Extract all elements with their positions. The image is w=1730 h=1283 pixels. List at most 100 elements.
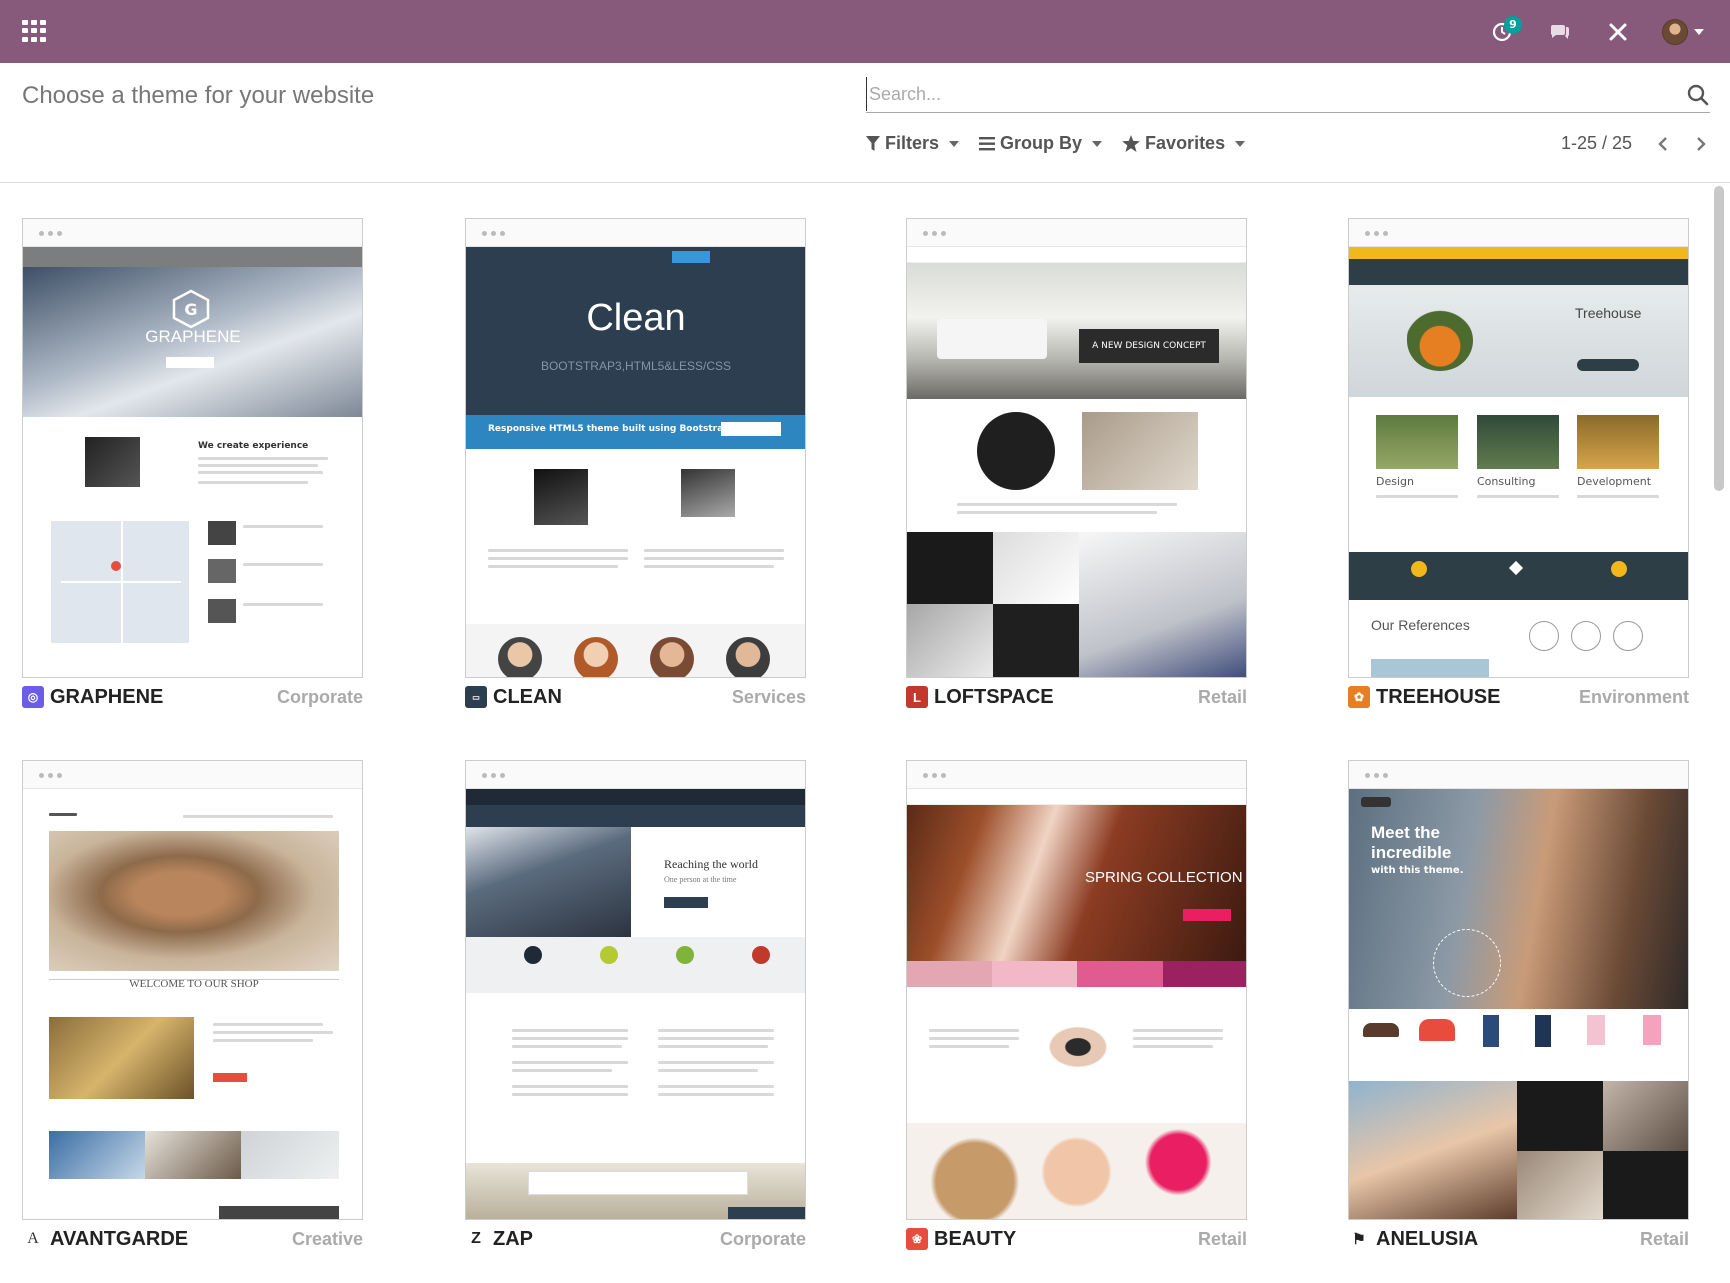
theme-card-treehouse[interactable]: Treehouse Design Consulting Development … [1348,218,1689,710]
theme-card-graphene[interactable]: G GRAPHENE We create experience ◎ GRAPHE… [22,218,363,710]
preview-banner: Responsive HTML5 theme built using Boots… [488,424,730,434]
team-photo [498,637,542,677]
messaging-button[interactable] [1540,12,1580,52]
star-icon [1122,135,1140,152]
preview-col: Development [1577,475,1652,488]
theme-card-anelusia[interactable]: Meet the incredible with this theme. ⚑ A… [1348,760,1689,1252]
activity-button[interactable]: 9 [1482,12,1522,52]
theme-category: Environment [1578,686,1689,707]
search-options: Filters Group By Favorites [866,133,1265,154]
preview-refs: Our References [1371,617,1470,633]
chat-icon [1551,25,1569,39]
debug-tools-button[interactable] [1598,12,1638,52]
theme-name: LOFTSPACE [934,685,1054,708]
chevron-left-icon [1658,136,1667,151]
theme-category: Retail [1639,1228,1689,1249]
list-icon [979,136,996,150]
groupby-label: Group By [1000,133,1083,153]
theme-name: GRAPHENE [50,685,164,708]
preview-headline: WELCOME TO OUR SHOP [129,978,259,990]
pager-value[interactable]: 1-25 / 25 [1561,133,1632,154]
theme-category: Retail [1197,1228,1247,1249]
svg-text:G: G [184,300,197,319]
tools-icon [1609,23,1627,41]
theme-category: Corporate [719,1228,806,1249]
theme-card-loftspace[interactable]: A NEW DESIGN CONCEPT L LOFTSPACE Retail [906,218,1247,710]
theme-name: ANELUSIA [1376,1227,1479,1250]
team-photo [574,637,618,677]
preview-sub: We create experience [198,441,309,451]
loftspace-icon: L [906,686,928,708]
preview-sub: One person at the time [664,875,737,884]
preview-headline: Reaching the world [664,857,758,871]
theme-name: ZAP [493,1227,533,1250]
theme-category: Creative [291,1228,363,1249]
theme-preview[interactable]: WELCOME TO OUR SHOP [22,760,363,1220]
chevron-down-icon [1092,140,1103,147]
theme-card-clean[interactable]: Clean BOOTSTRAP3,HTML5&LESS/CSS Responsi… [465,218,806,710]
theme-preview[interactable]: G GRAPHENE We create experience [22,218,363,678]
control-panel: Choose a theme for your website Filters … [0,63,1730,183]
preview-headline: Meet the incredible [1371,823,1452,862]
navbar-systray: 9 [1464,12,1710,52]
search-bar [866,77,1710,113]
activity-count-badge: 9 [1504,16,1522,34]
preview-col: Consulting [1477,475,1536,488]
preview-col: Design [1376,475,1414,488]
theme-preview[interactable]: A NEW DESIGN CONCEPT [906,218,1247,678]
theme-preview[interactable]: Meet the incredible with this theme. [1348,760,1689,1220]
team-photo [650,637,694,677]
page-title: Choose a theme for your website [22,82,375,109]
preview-headline: A NEW DESIGN CONCEPT [1079,329,1219,363]
search-icon[interactable] [1686,83,1710,107]
zap-icon: Z [465,1228,487,1250]
theme-preview[interactable]: Reaching the world One person at the tim… [465,760,806,1220]
favorites-button[interactable]: Favorites [1122,133,1246,154]
pager-next[interactable] [1694,134,1708,154]
theme-card-zap[interactable]: Reaching the world One person at the tim… [465,760,806,1252]
team-photo [726,637,770,677]
theme-card-avantgarde[interactable]: WELCOME TO OUR SHOP A AVANTGARDE Creativ… [22,760,363,1252]
top-navbar: 9 [0,0,1730,63]
hero-image [1349,789,1688,1009]
preview-sub: with this theme. [1371,865,1464,876]
anelusia-icon: ⚑ [1348,1228,1370,1250]
theme-name: TREEHOUSE [1376,685,1501,708]
user-menu[interactable] [1656,12,1710,52]
apps-menu-icon[interactable] [22,20,48,42]
preview-headline: SPRING COLLECTION [1085,869,1243,886]
scrollbar[interactable] [1714,186,1724,491]
groupby-button[interactable]: Group By [979,133,1103,154]
avatar [1662,19,1688,45]
theme-name: CLEAN [493,685,562,708]
search-input[interactable] [866,77,1666,111]
preview-headline: Treehouse [1575,305,1642,321]
theme-category: Services [731,686,806,707]
graphene-logo-icon: G [172,289,210,329]
preview-headline: GRAPHENE [145,327,241,346]
map-image [51,521,189,643]
theme-name: AVANTGARDE [50,1227,189,1250]
preview-headline: Clean [586,297,686,339]
theme-card-beauty[interactable]: SPRING COLLECTION ❀ BEAUTY Retail [906,760,1247,1252]
chevron-down-icon [949,140,960,147]
preview-sub: BOOTSTRAP3,HTML5&LESS/CSS [540,359,732,373]
theme-name: BEAUTY [934,1227,1017,1250]
clean-icon: ▭ [465,686,487,708]
graphene-icon: ◎ [22,686,44,708]
chevron-right-icon [1697,136,1706,151]
chevron-down-icon [1235,140,1246,147]
filters-button[interactable]: Filters [866,133,960,154]
theme-preview[interactable]: Clean BOOTSTRAP3,HTML5&LESS/CSS Responsi… [465,218,806,678]
theme-preview[interactable]: SPRING COLLECTION [906,760,1247,1220]
treehouse-icon: ✿ [1348,686,1370,708]
hero-image [49,831,339,971]
filter-icon [866,135,880,151]
filters-label: Filters [885,133,940,153]
pager-previous[interactable] [1656,134,1670,154]
avantgarde-icon: A [22,1228,44,1250]
theme-preview[interactable]: Treehouse Design Consulting Development … [1348,218,1689,678]
favorites-label: Favorites [1145,133,1226,153]
chevron-down-icon [1694,29,1704,35]
beauty-icon: ❀ [906,1228,928,1250]
